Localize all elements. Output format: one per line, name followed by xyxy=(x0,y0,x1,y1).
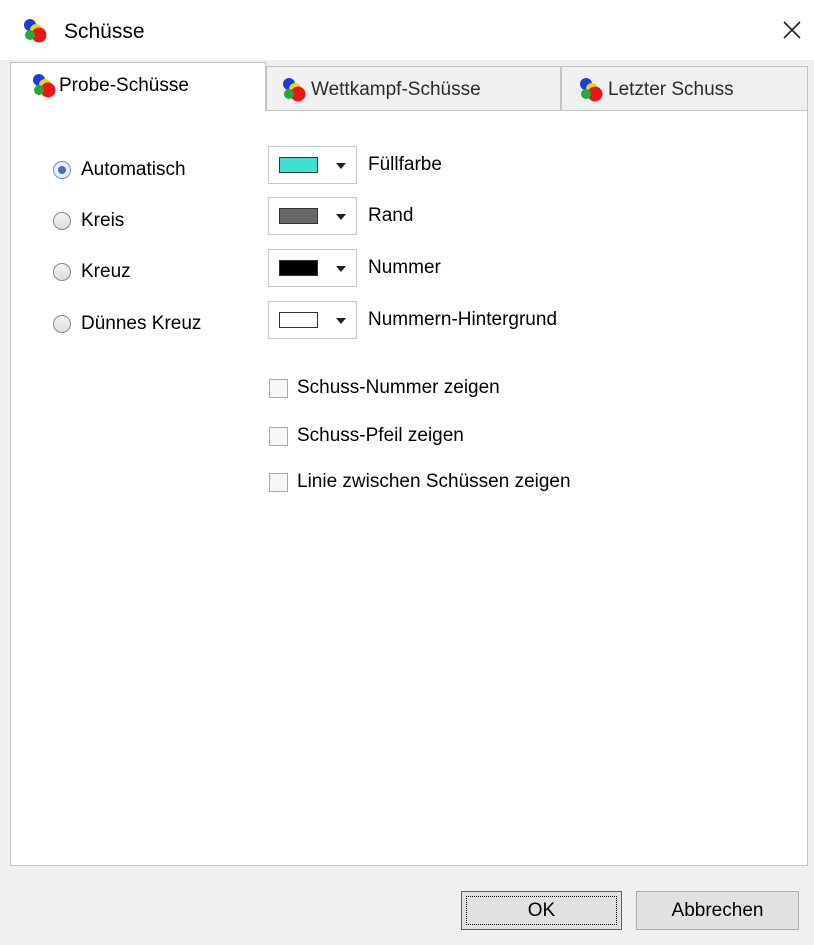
tab-wettkampf-schuesse[interactable]: Wettkampf-Schüsse xyxy=(266,66,561,112)
dialog-window: Schüsse Probe-Schüsse Wettkampf-Schüsse xyxy=(0,0,814,945)
focus-rectangle xyxy=(466,896,617,925)
color-row-nummern-hintergrund: Nummern-Hintergrund xyxy=(268,301,557,339)
dropdown-arrow-icon xyxy=(336,163,346,169)
color-label: Füllfarbe xyxy=(368,154,442,175)
number-background-color-dropdown[interactable] xyxy=(268,301,357,339)
ok-button[interactable]: OK xyxy=(461,891,622,930)
radio-kreuz[interactable]: Kreuz xyxy=(53,258,131,286)
close-icon xyxy=(783,21,801,39)
border-color-dropdown[interactable] xyxy=(268,197,357,235)
checkbox-box[interactable] xyxy=(269,472,288,492)
tab-label: Wettkampf-Schüsse xyxy=(311,79,481,100)
color-swatch xyxy=(279,260,318,276)
shots-icon xyxy=(283,78,306,102)
title-bar: Schüsse xyxy=(0,0,814,60)
number-color-dropdown[interactable] xyxy=(268,249,357,287)
tab-bar: Probe-Schüsse Wettkampf-Schüsse Letzter … xyxy=(10,62,810,112)
cancel-button[interactable]: Abbrechen xyxy=(636,891,799,930)
checkbox-label: Linie zwischen Schüssen zeigen xyxy=(297,471,571,492)
color-swatch xyxy=(279,208,318,224)
tab-probe-schuesse[interactable]: Probe-Schüsse xyxy=(10,62,266,112)
color-label: Rand xyxy=(368,205,414,226)
color-swatch xyxy=(279,312,318,328)
dropdown-arrow-icon xyxy=(336,318,346,324)
cancel-button-label: Abbrechen xyxy=(671,899,764,921)
checkbox-schuss-nummer[interactable]: Schuss-Nummer zeigen xyxy=(269,375,500,401)
close-button[interactable] xyxy=(770,8,814,52)
window-title: Schüsse xyxy=(64,20,145,43)
tab-letzter-schuss[interactable]: Letzter Schuss xyxy=(561,66,808,112)
radio-indicator[interactable] xyxy=(53,263,71,281)
checkbox-label: Schuss-Pfeil zeigen xyxy=(297,425,464,446)
button-bar: OK Abbrechen xyxy=(0,866,814,945)
fill-color-dropdown[interactable] xyxy=(268,146,357,184)
radio-label: Kreis xyxy=(81,210,125,231)
color-label: Nummer xyxy=(368,257,441,278)
color-swatch xyxy=(279,157,318,173)
tab-panel-probe-schuesse: Automatisch Kreis Kreuz Dünnes Kreuz Fül… xyxy=(10,110,808,866)
radio-kreis[interactable]: Kreis xyxy=(53,207,124,235)
radio-label: Kreuz xyxy=(81,261,131,282)
color-label: Nummern-Hintergrund xyxy=(368,309,558,330)
color-row-nummer: Nummer xyxy=(268,249,441,287)
color-row-rand: Rand xyxy=(268,197,413,235)
radio-indicator[interactable] xyxy=(53,161,71,179)
tab-label: Letzter Schuss xyxy=(608,79,734,100)
color-row-fuellfarbe: Füllfarbe xyxy=(268,146,442,184)
checkbox-box[interactable] xyxy=(269,426,288,446)
checkbox-schuss-pfeil[interactable]: Schuss-Pfeil zeigen xyxy=(269,423,464,449)
radio-label: Automatisch xyxy=(81,159,186,180)
tab-label: Probe-Schüsse xyxy=(59,75,189,96)
dropdown-arrow-icon xyxy=(336,266,346,272)
radio-label: Dünnes Kreuz xyxy=(81,313,202,334)
radio-automatisch[interactable]: Automatisch xyxy=(53,156,186,184)
shots-icon xyxy=(33,74,56,98)
radio-duennes-kreuz[interactable]: Dünnes Kreuz xyxy=(53,310,201,338)
radio-indicator[interactable] xyxy=(53,315,71,333)
checkbox-linie-zwischen-schuessen[interactable]: Linie zwischen Schüssen zeigen xyxy=(269,469,571,495)
shots-icon xyxy=(24,19,47,43)
dropdown-arrow-icon xyxy=(336,214,346,220)
shots-icon xyxy=(580,78,603,102)
checkbox-label: Schuss-Nummer zeigen xyxy=(297,377,500,398)
checkbox-box[interactable] xyxy=(269,378,288,398)
radio-indicator[interactable] xyxy=(53,212,71,230)
